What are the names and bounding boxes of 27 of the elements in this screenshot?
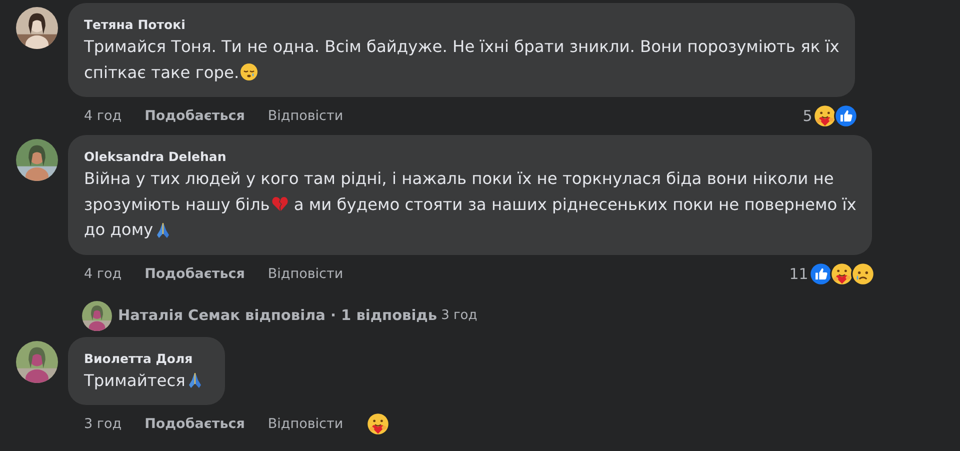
thumbs-up-icon bbox=[809, 262, 834, 286]
author-name[interactable]: Виолетта Доля bbox=[84, 350, 210, 366]
reaction-count[interactable]: 5 bbox=[802, 107, 812, 125]
sleepy-face-icon bbox=[240, 63, 258, 82]
timestamp[interactable]: 4 год bbox=[84, 266, 122, 282]
broken-heart-icon bbox=[270, 195, 289, 214]
timestamp: 3 год bbox=[441, 308, 478, 323]
comment-text: Війна у тих людей у кого там рідні, і нажаль поки їх не торкнулася біда вони ніколи не bbox=[84, 168, 834, 190]
reply-link[interactable]: Відповісти bbox=[268, 108, 344, 124]
reaction-count[interactable]: 11 bbox=[789, 264, 808, 282]
like-link[interactable]: Подобається bbox=[144, 416, 245, 432]
comment-text: Тримайтеся bbox=[84, 370, 186, 392]
reply-link[interactable]: Відповісти bbox=[268, 416, 344, 432]
hugging-face-icon bbox=[830, 262, 854, 286]
comment-text: спіткає таке горе. bbox=[84, 62, 240, 84]
author-name[interactable]: Oleksandra Delehan bbox=[84, 148, 856, 165]
like-link[interactable]: Подобається bbox=[144, 266, 245, 282]
comment-text: Тримайся Тоня. Ти не одна. Всім байдуже. Не їхні брати зникли. Вони порозуміють як їх bbox=[84, 36, 840, 58]
replies-link[interactable]: Наталія Семак відповіла · 1 відповідь bbox=[118, 308, 438, 324]
like-link[interactable]: Подобається bbox=[144, 108, 245, 124]
comment-text: а ми будемо стояти за наших ріднесеньких поки не повернемо їх bbox=[294, 194, 856, 216]
comment-text: зрозуміють нашу біль bbox=[84, 194, 270, 216]
timestamp[interactable]: 3 год bbox=[84, 416, 122, 432]
reply-link[interactable]: Відповісти bbox=[268, 266, 344, 282]
comment-text: до дому bbox=[84, 219, 154, 241]
timestamp[interactable]: 4 год bbox=[84, 108, 122, 124]
author-name[interactable]: Тетяна Потокі bbox=[84, 16, 840, 33]
